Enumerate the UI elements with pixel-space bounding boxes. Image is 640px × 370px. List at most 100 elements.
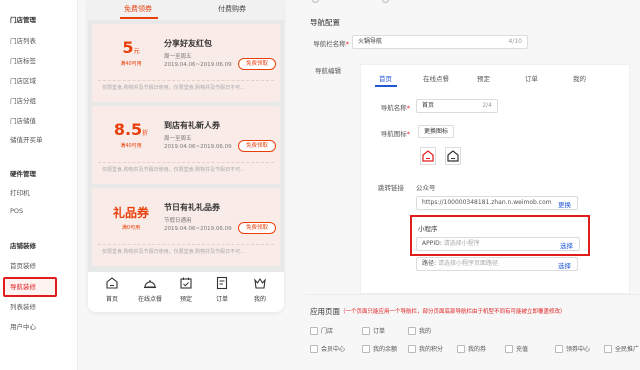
page-type-radio[interactable] bbox=[382, 0, 391, 4]
sidebar-item-printer[interactable]: 打印机 bbox=[10, 187, 30, 197]
sidebar: 门店管理 门店列表 门店标签 门店区域 门店分组 门店储值 储值开买单 硬件管理… bbox=[0, 0, 78, 370]
checkbox-recharge[interactable]: 充值 bbox=[505, 344, 528, 353]
nav-mine[interactable]: 我的 bbox=[242, 276, 278, 303]
nav-bar-name-input[interactable]: 火锅导航 4/10 bbox=[352, 35, 528, 49]
official-account-url-input[interactable]: https://100000348181.zhan.n.weimob.com bbox=[416, 196, 578, 210]
tab-order-online[interactable]: 在线点餐 bbox=[423, 73, 449, 83]
nav-reserve[interactable]: 预定 bbox=[168, 276, 204, 303]
checkbox-icon bbox=[362, 327, 370, 335]
cloche-icon bbox=[144, 280, 156, 289]
sidebar-active-highlight bbox=[3, 277, 57, 297]
coupon-card: 5元 满40可用 分享好友红包 周一至周五 2019.04.06~2019.06… bbox=[92, 24, 280, 102]
sidebar-item-user-center[interactable]: 用户中心 bbox=[10, 321, 36, 331]
official-account-label: 公众号 bbox=[416, 184, 436, 192]
nav-icon-label: 导航图标* bbox=[380, 130, 410, 138]
nav-order-online[interactable]: 在线点餐 bbox=[132, 276, 168, 303]
section-title-nav-config: 导航配置 bbox=[310, 18, 340, 27]
claim-button[interactable]: 免费领取 bbox=[238, 140, 276, 152]
change-icon-button[interactable]: 更换图标 bbox=[418, 125, 455, 138]
coupon-card: 8.5折 满40可用 到店有礼新人券 周一至周五 2019.04.06~2019… bbox=[92, 106, 280, 184]
checkbox-member-center[interactable]: 会员中心 bbox=[310, 344, 345, 353]
coupon-days: 节假日通用 bbox=[164, 218, 192, 224]
checkbox-icon bbox=[457, 345, 465, 353]
nav-orders[interactable]: 订单 bbox=[204, 276, 240, 303]
checkbox-balance[interactable]: 我的余额 bbox=[362, 344, 397, 353]
coupon-divider bbox=[98, 162, 274, 163]
sidebar-item-store-group[interactable]: 门店分组 bbox=[10, 95, 36, 105]
sidebar-item-store-region[interactable]: 门店区域 bbox=[10, 75, 36, 85]
checkbox-icon bbox=[408, 345, 416, 353]
app-root: 门店管理 门店列表 门店标签 门店区域 门店分组 门店储值 储值开买单 硬件管理… bbox=[0, 0, 640, 370]
appid-input[interactable]: APPID: 请选择小程序 bbox=[416, 237, 580, 251]
mini-program-highlight: 小程序 APPID: 请选择小程序 选择 bbox=[410, 215, 590, 256]
sidebar-item-home-decor[interactable]: 首页装修 bbox=[10, 260, 36, 270]
nav-name-input[interactable]: 首页 2/4 bbox=[416, 99, 498, 113]
checkbox-icon bbox=[310, 327, 318, 335]
coupon-date-range: 2019.04.06~2019.06.09 bbox=[164, 144, 232, 150]
coupon-days: 周一至周五 bbox=[164, 54, 192, 60]
coupon-condition: 满40可用 bbox=[120, 61, 142, 67]
coupon-date-range: 2019.04.06~2019.06.09 bbox=[164, 226, 232, 232]
sidebar-item-list-decor[interactable]: 列表装修 bbox=[10, 301, 36, 311]
sidebar-item-store-list[interactable]: 门店列表 bbox=[10, 35, 36, 45]
radio-icon bbox=[312, 0, 319, 3]
bottom-navbar: 首页 在线点餐 预定 订单 我的 bbox=[88, 272, 284, 312]
coupon-condition: 满0可用 bbox=[121, 225, 141, 231]
tab-home[interactable]: 首页 bbox=[379, 73, 392, 83]
tab-reserve[interactable]: 预定 bbox=[477, 73, 490, 83]
nav-edit-label: 导航编辑 bbox=[315, 67, 341, 75]
claim-button[interactable]: 免费领取 bbox=[238, 222, 276, 234]
sidebar-item-store-tags[interactable]: 门店标签 bbox=[10, 55, 36, 65]
calendar-check-icon bbox=[180, 277, 192, 289]
checkbox-icon bbox=[362, 345, 370, 353]
coupon-amount: 8.5折 bbox=[113, 120, 149, 139]
home-icon bbox=[447, 150, 459, 162]
checkbox-points[interactable]: 我的积分 bbox=[408, 344, 443, 353]
coupon-date-range: 2019.04.06~2019.06.09 bbox=[164, 62, 232, 68]
appid-select-button[interactable]: 选择 bbox=[560, 240, 573, 250]
coupon-amount: 5元 bbox=[122, 38, 140, 57]
checkbox-icon bbox=[604, 345, 612, 353]
phone-preview: 免费领券 付费购券 5元 满40可用 分享好友红包 周一至周五 2019.04.… bbox=[88, 0, 284, 312]
home-icon bbox=[422, 150, 434, 162]
active-icon-preview[interactable] bbox=[420, 147, 436, 165]
home-icon bbox=[106, 277, 118, 289]
sidebar-item-pos[interactable]: POS bbox=[10, 207, 23, 215]
checkbox-my-coupons[interactable]: 我的券 bbox=[457, 344, 486, 353]
coupon-card: 礼品券 满0可用 节日有礼礼品券 节假日通用 2019.04.06~2019.0… bbox=[92, 188, 280, 266]
nav-home[interactable]: 首页 bbox=[94, 276, 130, 303]
sidebar-group-store: 门店管理 bbox=[10, 16, 36, 24]
checkbox-coupon-center[interactable]: 领券中心 bbox=[555, 344, 590, 353]
tab-paid-coupons[interactable]: 付费购券 bbox=[218, 4, 246, 14]
path-select-button[interactable]: 选择 bbox=[558, 260, 571, 270]
tab-free-coupons[interactable]: 免费领券 bbox=[124, 4, 152, 14]
checkbox-store[interactable]: 门店 bbox=[310, 326, 333, 335]
coupon-title: 到店有礼新人券 bbox=[164, 121, 220, 130]
inactive-icon-preview[interactable] bbox=[445, 147, 461, 165]
sidebar-group-hardware: 硬件管理 bbox=[10, 170, 36, 178]
path-input[interactable]: 路径: 请选择小程序页面路径 bbox=[416, 257, 578, 271]
checkbox-promotion[interactable]: 全民推广 bbox=[604, 344, 639, 353]
char-counter: 2/4 bbox=[482, 102, 492, 109]
checkbox-orders[interactable]: 订单 bbox=[362, 326, 385, 335]
divider bbox=[305, 294, 640, 295]
sidebar-item-store-stored-value[interactable]: 门店储值 bbox=[10, 115, 36, 125]
checkbox-icon bbox=[310, 345, 318, 353]
tab-underline bbox=[120, 17, 158, 19]
claim-button[interactable]: 免费领取 bbox=[238, 58, 276, 70]
checkbox-mine[interactable]: 我的 bbox=[408, 326, 431, 335]
change-link-button[interactable]: 更换 bbox=[558, 199, 571, 209]
tab-mine[interactable]: 我的 bbox=[573, 73, 586, 83]
tab-orders[interactable]: 订单 bbox=[525, 73, 538, 83]
checkbox-icon bbox=[505, 345, 513, 353]
coupon-divider bbox=[98, 80, 274, 81]
sidebar-item-stored-value-pay[interactable]: 储值开买单 bbox=[10, 134, 43, 144]
radio-icon bbox=[382, 0, 389, 3]
page-type-radio[interactable] bbox=[312, 0, 321, 4]
coupon-amount: 礼品券 bbox=[112, 206, 149, 220]
tab-underline bbox=[375, 85, 397, 87]
coupon-days: 周一至周五 bbox=[164, 136, 192, 142]
crown-icon bbox=[254, 277, 266, 289]
coupon-title: 节日有礼礼品券 bbox=[164, 203, 220, 212]
apply-pages-note: （一个页面只能应用一个导航栏，部分页面底部导航栏由于机型不同有可能被立即覆盖修改… bbox=[340, 309, 566, 315]
